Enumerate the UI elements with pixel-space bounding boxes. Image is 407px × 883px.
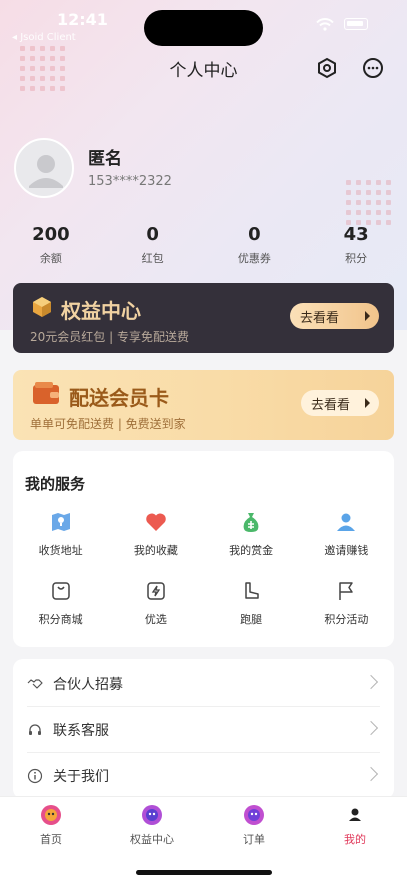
stat-label: 优惠券 xyxy=(237,252,271,265)
service-bounty[interactable]: 我的赏金 xyxy=(204,509,299,558)
benefits-title: 权益中心 xyxy=(61,299,141,323)
phone-number: 153****2322 xyxy=(88,174,172,189)
info-icon xyxy=(27,768,43,784)
services-grid: 收货地址 我的收藏 我的赏金 邀请赚钱 积分商城 优选 跑腿 积分活动 xyxy=(13,509,394,627)
wifi-icon xyxy=(316,18,334,31)
profile-icon xyxy=(343,803,367,827)
stat-value: 43 xyxy=(343,224,369,245)
delivery-view-button[interactable]: 去看看 xyxy=(301,390,379,416)
service-select[interactable]: 优选 xyxy=(108,578,203,627)
triangle-right-icon xyxy=(365,398,370,408)
delivery-subtitle: 单单可免配送费 | 免费送到家 xyxy=(30,417,186,431)
page-title: 个人中心 xyxy=(169,61,238,81)
username: 匿名 xyxy=(88,149,122,169)
service-points-activity[interactable]: 积分活动 xyxy=(299,578,394,627)
hexagon-settings-icon xyxy=(318,57,336,79)
service-label: 优选 xyxy=(144,613,167,626)
button-label: 去看看 xyxy=(300,310,340,326)
back-to-app-link[interactable]: ◂ Jsoid Client xyxy=(12,32,76,43)
tab-label: 权益中心 xyxy=(130,833,174,846)
handshake-icon xyxy=(27,679,43,689)
shopping-bag-icon xyxy=(48,578,74,604)
battery-icon xyxy=(344,18,368,30)
services-title: 我的服务 xyxy=(25,475,86,493)
vip-cube-icon xyxy=(33,297,51,317)
order-icon xyxy=(242,803,266,827)
wallet-icon xyxy=(33,382,59,404)
stat-label: 积分 xyxy=(345,252,368,265)
chevron-right-icon xyxy=(363,766,379,782)
flag-icon xyxy=(333,578,359,604)
decorative-dots xyxy=(346,180,391,225)
service-label: 我的赏金 xyxy=(229,544,274,557)
service-favorites[interactable]: 我的收藏 xyxy=(108,509,203,558)
service-label: 我的收藏 xyxy=(133,544,178,557)
stats-row: 200 余额 0 红包 0 优惠券 43 积分 xyxy=(0,224,407,266)
service-invite[interactable]: 邀请赚钱 xyxy=(299,509,394,558)
home-icon xyxy=(39,803,63,827)
menu-item-label: 合伙人招募 xyxy=(53,677,123,693)
stat-value: 200 xyxy=(32,224,70,245)
benefits-view-button[interactable]: 去看看 xyxy=(290,303,379,329)
boot-icon xyxy=(238,578,264,604)
lightning-icon xyxy=(143,578,169,604)
chevron-right-icon xyxy=(363,720,379,736)
benefits-center-card[interactable]: 权益中心 20元会员红包 | 专享免配送费 去看看 xyxy=(13,283,394,353)
stat-value: 0 xyxy=(248,224,261,245)
service-errand[interactable]: 跑腿 xyxy=(204,578,299,627)
tab-label: 我的 xyxy=(344,833,366,846)
message-button[interactable] xyxy=(361,56,385,80)
stat-points[interactable]: 43 积分 xyxy=(305,224,407,266)
tab-benefits[interactable]: 权益中心 xyxy=(107,803,197,847)
benefits-subtitle: 20元会员红包 | 专享免配送费 xyxy=(30,330,189,344)
stat-balance[interactable]: 200 余额 xyxy=(0,224,102,266)
service-label: 跑腿 xyxy=(240,613,263,626)
button-label: 去看看 xyxy=(311,397,351,413)
stat-red-packet[interactable]: 0 红包 xyxy=(102,224,204,266)
stat-label: 红包 xyxy=(141,252,164,265)
service-points-mall[interactable]: 积分商城 xyxy=(13,578,108,627)
status-bar: 12:41 ◂ Jsoid Client xyxy=(0,0,407,46)
tab-orders[interactable]: 订单 xyxy=(209,803,299,847)
service-label: 邀请赚钱 xyxy=(324,544,369,557)
money-bag-icon xyxy=(238,509,264,535)
map-icon xyxy=(48,509,74,535)
tab-label: 首页 xyxy=(40,833,62,846)
tab-home[interactable]: 首页 xyxy=(6,803,96,847)
triangle-right-icon xyxy=(365,311,370,321)
home-indicator xyxy=(136,870,272,875)
stat-value: 0 xyxy=(146,224,159,245)
chevron-right-icon xyxy=(363,674,379,690)
settings-button[interactable] xyxy=(315,56,339,80)
status-time: 12:41 xyxy=(57,10,108,29)
tab-label: 订单 xyxy=(243,833,265,846)
chat-bubble-icon xyxy=(363,58,383,78)
menu-item-label: 关于我们 xyxy=(53,769,109,785)
dynamic-island xyxy=(144,10,263,46)
benefits-icon xyxy=(140,803,164,827)
my-services-panel: 我的服务 收货地址 我的收藏 我的赏金 邀请赚钱 积分商城 优选 跑腿 积分活动 xyxy=(13,451,394,647)
avatar[interactable] xyxy=(14,138,74,198)
menu-item-label: 联系客服 xyxy=(53,723,109,739)
service-address[interactable]: 收货地址 xyxy=(13,509,108,558)
menu-item-partner-recruit[interactable]: 合伙人招募 xyxy=(13,661,394,707)
stat-label: 余额 xyxy=(39,252,62,265)
menu-item-about-us[interactable]: 关于我们 xyxy=(13,753,394,799)
headset-icon xyxy=(29,724,41,735)
person-icon xyxy=(333,509,359,535)
delivery-title: 配送会员卡 xyxy=(69,386,169,410)
delivery-member-card[interactable]: 配送会员卡 单单可免配送费 | 免费送到家 去看看 xyxy=(13,370,394,440)
menu-item-customer-service[interactable]: 联系客服 xyxy=(13,707,394,753)
service-label: 积分商城 xyxy=(38,613,83,626)
service-label: 积分活动 xyxy=(324,613,369,626)
stat-coupons[interactable]: 0 优惠券 xyxy=(204,224,306,266)
tab-profile[interactable]: 我的 xyxy=(310,803,400,847)
heart-icon xyxy=(143,509,169,535)
service-label: 收货地址 xyxy=(38,544,83,557)
menu-list: 合伙人招募 联系客服 关于我们 xyxy=(13,659,394,799)
